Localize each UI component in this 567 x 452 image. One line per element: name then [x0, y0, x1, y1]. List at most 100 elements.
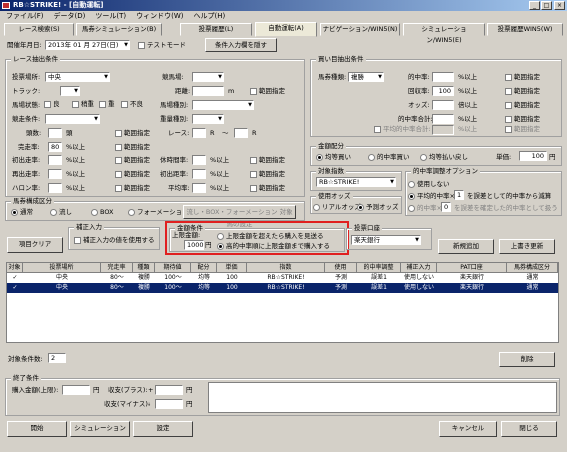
- col-alloc[interactable]: 配分: [191, 263, 217, 273]
- count-range-checkbox[interactable]: [115, 130, 122, 137]
- weight-select[interactable]: [192, 114, 224, 124]
- start-button[interactable]: 開始: [7, 421, 67, 437]
- skip-radio[interactable]: [217, 233, 224, 240]
- col-expect[interactable]: 期待値: [155, 263, 191, 273]
- slight-checkbox[interactable]: [72, 101, 79, 108]
- race-to-input[interactable]: [234, 128, 248, 138]
- clear-button[interactable]: 項目クリア: [7, 237, 63, 253]
- tab-history[interactable]: 投票履歴(L): [180, 23, 252, 36]
- first-input[interactable]: [48, 155, 62, 165]
- col-target[interactable]: 対象: [7, 263, 23, 273]
- col-index[interactable]: 指数: [247, 263, 325, 273]
- target-horse-button[interactable]: 流し・BOX・フォーメーション 対象馬の設定: [183, 205, 296, 228]
- race-from-input[interactable]: [192, 128, 206, 138]
- odds-input[interactable]: [432, 100, 454, 110]
- change-range-checkbox[interactable]: [250, 171, 257, 178]
- minus-input[interactable]: [155, 399, 183, 409]
- return-input[interactable]: 100: [432, 86, 454, 96]
- course-select[interactable]: [192, 72, 224, 82]
- change-input[interactable]: [192, 169, 206, 179]
- count-input[interactable]: [48, 128, 62, 138]
- formation-radio[interactable]: [128, 209, 135, 216]
- menu-window[interactable]: ウィンドウ(W): [136, 12, 183, 20]
- distance-input[interactable]: [192, 86, 224, 96]
- furlong-input[interactable]: [48, 183, 62, 193]
- overwrite-button[interactable]: 上書き更新: [499, 239, 555, 254]
- avg-hit-checkbox[interactable]: [374, 126, 381, 133]
- col-unit[interactable]: 単価: [217, 263, 247, 273]
- menu-data[interactable]: データ(D): [54, 12, 86, 20]
- bad-checkbox[interactable]: [121, 101, 128, 108]
- avg-range-checkbox2[interactable]: [505, 126, 512, 133]
- equal-return-radio[interactable]: [420, 154, 427, 161]
- avg-range-checkbox[interactable]: [250, 185, 257, 192]
- delete-button[interactable]: 削除: [499, 352, 555, 367]
- settings-button[interactable]: 設定: [133, 421, 193, 437]
- hit-input[interactable]: [432, 72, 454, 82]
- avg-hit-input[interactable]: [432, 125, 454, 135]
- rest-input[interactable]: [192, 155, 206, 165]
- col-adjust[interactable]: 的中率調整: [357, 263, 401, 273]
- adjust-none-radio[interactable]: [408, 181, 415, 188]
- unit-price-input[interactable]: 100: [519, 151, 547, 161]
- minimize-button[interactable]: _: [529, 1, 540, 10]
- col-use[interactable]: 使用: [325, 263, 357, 273]
- furlong-range-checkbox[interactable]: [115, 185, 122, 192]
- tab-sim-win5[interactable]: シミュレーション/WIN5(E): [403, 23, 485, 44]
- log-textarea[interactable]: [208, 382, 557, 413]
- row2-target[interactable]: ✓: [7, 283, 23, 293]
- first-range-checkbox[interactable]: [115, 157, 122, 164]
- adjust-avg-input[interactable]: 1: [454, 190, 464, 200]
- tab-simulation[interactable]: 馬券シミュレーション(B): [76, 23, 162, 36]
- pred-odds-radio[interactable]: [357, 204, 364, 211]
- good-checkbox[interactable]: [44, 101, 51, 108]
- new-add-button[interactable]: 新規追加: [438, 239, 494, 254]
- close-window-button[interactable]: ×: [554, 1, 565, 10]
- bank-select[interactable]: 楽天銀行: [351, 235, 421, 245]
- conditions-table[interactable]: 対象 投票場所 完走率 種類 期待値 配分 単価 指数 使用 的中率調整 補正入…: [6, 262, 559, 343]
- avg-input[interactable]: [192, 183, 206, 193]
- equal-buy-radio[interactable]: [316, 154, 323, 161]
- row1-target[interactable]: ✓: [7, 273, 23, 283]
- hide-conditions-button[interactable]: 条件入力欄を隠す: [205, 38, 277, 52]
- return-range-checkbox[interactable]: [505, 88, 512, 95]
- real-odds-radio[interactable]: [313, 204, 320, 211]
- buy-limit-input[interactable]: [62, 385, 90, 395]
- fix-checkbox[interactable]: [74, 237, 81, 244]
- bet-type-select[interactable]: 複勝: [348, 72, 384, 82]
- col-venue[interactable]: 投票場所: [23, 263, 101, 273]
- maximize-button[interactable]: □: [541, 1, 552, 10]
- nagashi-radio[interactable]: [50, 209, 57, 216]
- adjust-hit-radio[interactable]: [408, 205, 415, 212]
- tab-race-search[interactable]: レース検索(S): [4, 23, 74, 36]
- tab-auto[interactable]: 自動運転(A): [255, 22, 317, 37]
- hit-total-input[interactable]: [432, 114, 454, 124]
- plus-input[interactable]: [155, 385, 183, 395]
- finish-input[interactable]: 80: [48, 142, 62, 152]
- track-select[interactable]: [60, 86, 80, 96]
- index-select[interactable]: RB☆STRIKE!: [316, 177, 396, 187]
- col-fix[interactable]: 補正入力: [401, 263, 437, 273]
- cond-select[interactable]: [45, 114, 100, 124]
- buy-until-limit-radio[interactable]: [217, 243, 224, 250]
- box-radio[interactable]: [91, 209, 98, 216]
- col-finish[interactable]: 完走率: [101, 263, 133, 273]
- rerun-input[interactable]: [48, 169, 62, 179]
- hit-buy-radio[interactable]: [368, 154, 375, 161]
- col-type[interactable]: 種類: [133, 263, 155, 273]
- odds-range-checkbox[interactable]: [505, 102, 512, 109]
- col-structure[interactable]: 馬券構成区分: [507, 263, 558, 273]
- simulation-button[interactable]: シミュレーション: [70, 421, 130, 437]
- col-pat[interactable]: PAT口座: [437, 263, 507, 273]
- rest-range-checkbox[interactable]: [250, 157, 257, 164]
- test-mode-checkbox[interactable]: [138, 42, 145, 49]
- limit-input[interactable]: 1000: [184, 240, 204, 250]
- date-picker[interactable]: 2013年 01 月 27日(日): [45, 40, 130, 50]
- hit-range-checkbox[interactable]: [505, 74, 512, 81]
- heavy-checkbox[interactable]: [99, 101, 106, 108]
- cancel-button[interactable]: キャンセル: [439, 421, 497, 437]
- rerun-range-checkbox[interactable]: [115, 171, 122, 178]
- normal-radio[interactable]: [11, 209, 18, 216]
- menu-help[interactable]: ヘルプ(H): [194, 12, 226, 20]
- menu-file[interactable]: ファイル(F): [6, 12, 44, 20]
